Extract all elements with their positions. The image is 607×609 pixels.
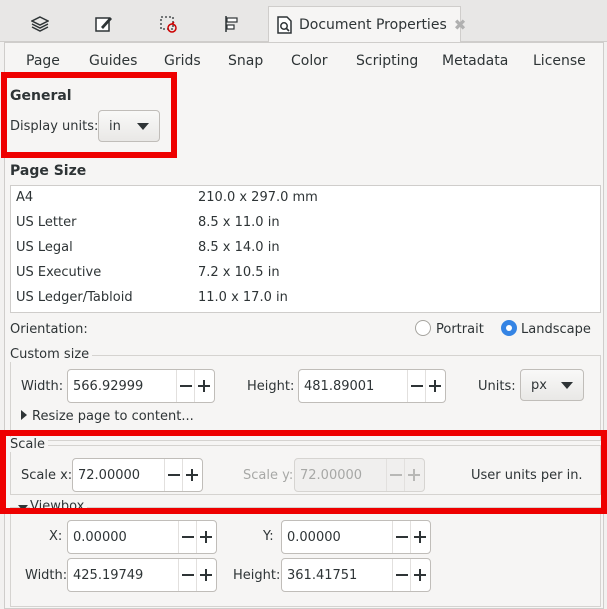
units-value: px xyxy=(531,377,547,393)
viewbox-y-label: Y: xyxy=(263,529,274,544)
tab-document-properties[interactable]: Document Properties ✖ xyxy=(268,6,466,42)
tab-fill-stroke[interactable] xyxy=(84,6,124,42)
viewbox-x-spinbox[interactable] xyxy=(67,520,217,554)
tab-license[interactable]: License xyxy=(533,53,586,69)
plus-icon[interactable] xyxy=(196,521,214,553)
layers-icon xyxy=(31,16,49,32)
tab-page[interactable]: Page xyxy=(26,53,60,69)
viewbox-width-input[interactable] xyxy=(68,559,178,591)
plus-icon[interactable] xyxy=(196,559,214,591)
plus-icon[interactable] xyxy=(425,370,443,402)
fill-stroke-icon xyxy=(95,15,113,33)
custom-size-title: Custom size xyxy=(10,347,93,362)
page-size-dims: 210.0 x 297.0 mm xyxy=(198,190,318,205)
height-label: Height: xyxy=(247,379,295,394)
highlight-box-general xyxy=(1,72,177,158)
plus-icon[interactable] xyxy=(194,370,212,402)
minus-icon[interactable] xyxy=(178,559,196,591)
page-size-list: A4 210.0 x 297.0 mm US Letter 8.5 x 11.0… xyxy=(10,185,601,313)
tab-snap[interactable]: Snap xyxy=(228,53,263,69)
portrait-label[interactable]: Portrait xyxy=(436,322,484,337)
width-label: Width: xyxy=(21,379,64,394)
dock-tab-title: Document Properties xyxy=(299,16,447,33)
page-size-name: US Executive xyxy=(16,265,102,280)
viewbox-x-label: X: xyxy=(49,529,63,544)
align-distribute-icon xyxy=(223,15,241,33)
page-size-name: US Legal xyxy=(16,240,73,255)
highlight-box-scale xyxy=(0,430,607,514)
page-size-name: A4 xyxy=(16,190,34,205)
tab-guides[interactable]: Guides xyxy=(89,53,137,69)
tab-metadata[interactable]: Metadata xyxy=(442,53,508,69)
custom-width-spinbox[interactable] xyxy=(67,369,215,403)
minus-icon[interactable] xyxy=(392,521,410,553)
tab-grids[interactable]: Grids xyxy=(164,53,201,69)
custom-height-spinbox[interactable] xyxy=(298,369,446,403)
page-size-row[interactable]: US Ledger/Tabloid 11.0 x 17.0 in xyxy=(11,286,600,311)
minus-icon[interactable] xyxy=(176,370,194,402)
page-size-row[interactable]: A4 210.0 x 297.0 mm xyxy=(11,186,600,211)
viewbox-height-spinbox[interactable] xyxy=(281,558,431,592)
document-properties-icon xyxy=(277,15,293,34)
page-size-row[interactable]: US Executive 7.2 x 10.5 in xyxy=(11,261,600,286)
units-select[interactable]: px xyxy=(520,369,584,401)
orientation-label: Orientation: xyxy=(10,322,88,337)
viewbox-width-label: Width: xyxy=(25,568,68,583)
viewbox-height-label: Height: xyxy=(233,568,281,583)
page-size-row[interactable]: US Letter 8.5 x 11.0 in xyxy=(11,211,600,236)
landscape-radio[interactable] xyxy=(501,320,517,336)
viewbox-y-spinbox[interactable] xyxy=(281,520,431,554)
tab-scripting[interactable]: Scripting xyxy=(356,53,418,69)
page-size-name: US Letter xyxy=(16,215,77,230)
units-label: Units: xyxy=(478,379,516,394)
close-icon[interactable]: ✖ xyxy=(454,16,467,34)
portrait-radio[interactable] xyxy=(415,320,431,336)
minus-icon[interactable] xyxy=(178,521,196,553)
tab-align-distribute[interactable] xyxy=(212,6,252,42)
page-size-dims: 8.5 x 14.0 in xyxy=(198,240,280,255)
viewbox-y-input[interactable] xyxy=(282,521,392,553)
chevron-down-icon xyxy=(561,382,573,389)
page-size-dims: 11.0 x 17.0 in xyxy=(198,290,288,305)
resize-page-expander[interactable]: Resize page to content... xyxy=(32,409,194,424)
minus-icon[interactable] xyxy=(392,559,410,591)
transform-icon xyxy=(159,15,177,33)
page-size-dims: 8.5 x 11.0 in xyxy=(198,215,280,230)
expander-right-icon xyxy=(21,410,27,420)
custom-width-input[interactable] xyxy=(68,370,176,402)
viewbox-x-input[interactable] xyxy=(68,521,178,553)
tab-transform[interactable] xyxy=(148,6,188,42)
custom-height-input[interactable] xyxy=(299,370,407,402)
minus-icon[interactable] xyxy=(407,370,425,402)
page-size-name: US Ledger/Tabloid xyxy=(16,290,133,305)
plus-icon[interactable] xyxy=(410,521,428,553)
tab-color[interactable]: Color xyxy=(291,53,328,69)
viewbox-height-input[interactable] xyxy=(282,559,392,591)
tab-layers[interactable] xyxy=(20,6,60,42)
page-size-title: Page Size xyxy=(10,163,87,179)
page-size-row[interactable]: US Legal 8.5 x 14.0 in xyxy=(11,236,600,261)
dock-tab-bar: Document Properties ✖ xyxy=(0,0,607,42)
plus-icon[interactable] xyxy=(410,559,428,591)
page-size-dims: 7.2 x 10.5 in xyxy=(198,265,280,280)
landscape-label[interactable]: Landscape xyxy=(521,322,591,337)
viewbox-width-spinbox[interactable] xyxy=(67,558,217,592)
